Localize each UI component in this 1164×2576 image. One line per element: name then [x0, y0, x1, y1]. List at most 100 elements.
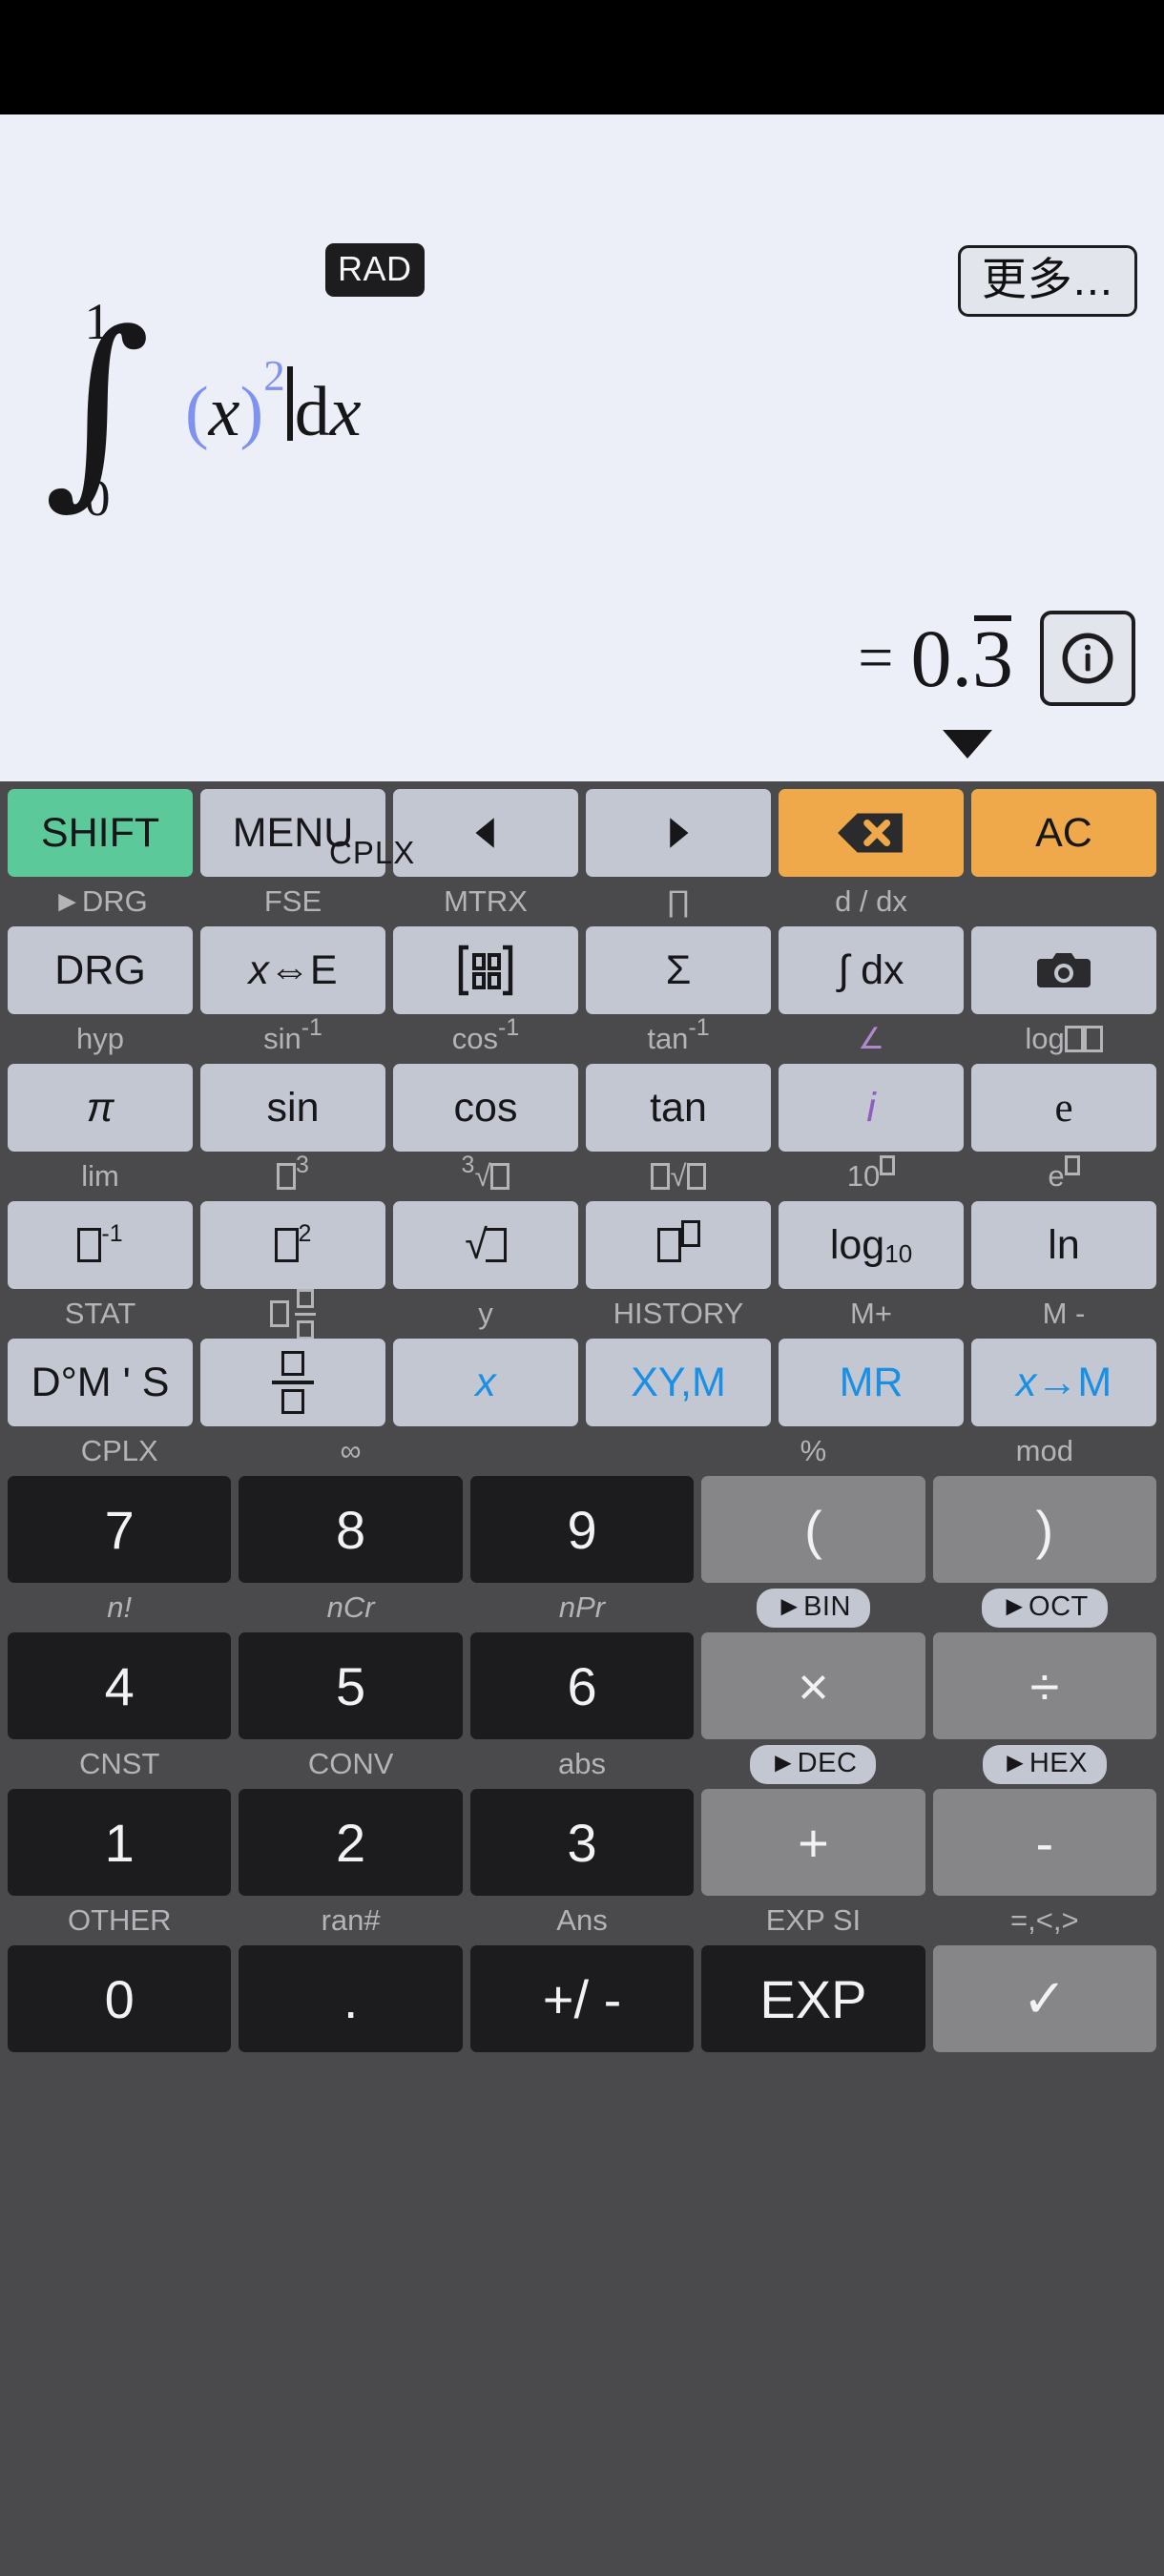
key-close-paren[interactable]: ) [932, 1476, 1157, 1583]
key-minus[interactable]: - [932, 1789, 1157, 1896]
key-log10[interactable]: log 10 [779, 1201, 964, 1289]
shift-label-mod: mod [1015, 1434, 1073, 1467]
key-power[interactable] [586, 1201, 771, 1289]
key-matrix[interactable] [393, 926, 578, 1014]
key-variable-x[interactable]: x [393, 1339, 578, 1426]
key-4[interactable]: 4 [8, 1632, 232, 1739]
expression-area[interactable]: 1 ∫ 0 (x) 2 dx [44, 296, 362, 524]
key-memory-recall[interactable]: MR [779, 1339, 964, 1426]
key-ac[interactable]: AC [971, 789, 1156, 877]
shift-label-drg: ►DRG [52, 884, 148, 918]
keypad-row-1: SHIFT MENU AC [0, 789, 1164, 877]
keypad-row-4: lim -1 3 2 3 √ √ √ 10 log 10 e ln [0, 1152, 1164, 1289]
info-button[interactable] [1040, 611, 1135, 706]
key-sigma[interactable]: Σ [586, 926, 771, 1014]
shift-label-nth-root: √ [586, 1152, 771, 1201]
calculator-display[interactable]: RAD 更多... 1 ∫ 0 (x) 2 dx = 0. 3 CPLX [0, 114, 1164, 870]
key-6[interactable]: 6 [469, 1632, 695, 1739]
key-2[interactable]: 2 [239, 1789, 463, 1896]
shift-label-ncr: nCr [326, 1590, 375, 1624]
shift-label-ddx: d / dx [835, 884, 907, 918]
keypad-row-2: ►DRG DRG FSE x ⇔E MTRX ∏ Σ d / dx ∫ dx [0, 877, 1164, 1014]
key-ln[interactable]: ln [971, 1201, 1156, 1289]
result-area[interactable]: = 0. 3 [0, 611, 1164, 706]
key-cos[interactable]: cos [393, 1064, 578, 1152]
keypad-row-3: hyp π sin -1 sin cos -1 cos tan -1 tan ∠ i … [0, 1014, 1164, 1152]
result-dropdown-icon[interactable] [943, 730, 992, 758]
key-1[interactable]: 1 [8, 1789, 232, 1896]
key-integral[interactable]: ∫ dx [779, 926, 964, 1014]
shift-label-product: ∏ [666, 884, 691, 918]
key-exp[interactable]: EXP [701, 1945, 925, 2052]
shift-label-stat: STAT [64, 1297, 136, 1330]
shift-label-comparisons: =,<,> [1010, 1903, 1079, 1937]
shift-label-mixed-fraction [200, 1288, 385, 1340]
key-7[interactable]: 7 [8, 1476, 232, 1583]
integrand-variable: x [208, 373, 240, 452]
shift-label-angle: ∠ [858, 1022, 884, 1055]
key-cursor-left[interactable] [393, 789, 578, 877]
shift-label-conv: CONV [307, 1747, 394, 1780]
shift-label-percent: % [800, 1434, 827, 1467]
key-store-to-memory[interactable]: x→M [971, 1339, 1156, 1426]
key-x-swap-e[interactable]: x ⇔E [200, 926, 385, 1014]
key-equals-enter[interactable]: ✓ [932, 1945, 1157, 2052]
numpad-row-bottom: OTHER 0 ran# . Ans +/ - EXP SI EXP =,<,>… [0, 1896, 1164, 2052]
key-square[interactable]: 2 [200, 1201, 385, 1289]
shift-label-hyp: hyp [76, 1022, 124, 1055]
key-sin[interactable]: sin [200, 1064, 385, 1152]
shift-label-cnst: CNST [79, 1747, 160, 1780]
key-cursor-right[interactable] [586, 789, 771, 877]
more-button[interactable]: 更多... [957, 245, 1137, 318]
shift-label-oct: ►OCT [933, 1583, 1156, 1632]
result-value: 0. 3 [910, 613, 1013, 704]
key-square-root[interactable]: √ [393, 1201, 578, 1289]
key-3[interactable]: 3 [469, 1789, 695, 1896]
key-xym[interactable]: XY,M [586, 1339, 771, 1426]
shift-label-hex: ►HEX [933, 1739, 1156, 1789]
shift-label-memory-plus: M+ [850, 1297, 892, 1330]
key-multiply[interactable]: × [701, 1632, 925, 1739]
key-8[interactable]: 8 [239, 1476, 463, 1583]
text-cursor [286, 366, 293, 442]
angle-mode-badge[interactable]: RAD [325, 243, 425, 297]
key-deg-min-sec[interactable]: D°M ' S [8, 1339, 193, 1426]
key-0[interactable]: 0 [8, 1945, 232, 2052]
shift-label-dec: ►DEC [701, 1739, 925, 1789]
shift-label-lim: lim [81, 1159, 119, 1193]
arrow-right-icon [670, 818, 689, 848]
shift-label-abs: abs [558, 1747, 606, 1780]
key-drg[interactable]: DRG [8, 926, 193, 1014]
shift-label-bin: ►BIN [701, 1583, 925, 1632]
cplx-indicator: CPLX [329, 835, 416, 870]
shift-label-blank-2 [470, 1426, 694, 1476]
shift-label-mtrx: MTRX [444, 884, 528, 918]
key-tan[interactable]: tan [586, 1064, 771, 1152]
info-circle-icon [1062, 633, 1113, 684]
key-open-paren[interactable]: ( [701, 1476, 925, 1583]
key-5[interactable]: 5 [239, 1632, 463, 1739]
shift-label-asin: sin -1 [263, 1013, 322, 1056]
key-9[interactable]: 9 [469, 1476, 695, 1583]
key-camera[interactable] [971, 926, 1156, 1014]
key-backspace[interactable] [779, 789, 964, 877]
integral-lower-limit: 0 [84, 469, 111, 528]
key-fraction[interactable] [200, 1339, 385, 1426]
key-plus[interactable]: + [701, 1789, 925, 1896]
shift-label-cube-root: 3 √ [393, 1152, 578, 1201]
key-decimal-point[interactable]: . [239, 1945, 463, 2052]
numpad-row-123: CNST 1 CONV 2 abs 3 ►DEC + ►HEX - [0, 1739, 1164, 1896]
key-reciprocal[interactable]: -1 [8, 1201, 193, 1289]
key-shift[interactable]: SHIFT [8, 789, 193, 877]
key-sign-toggle[interactable]: +/ - [469, 1945, 695, 2052]
result-integer-part: 0. [910, 613, 973, 704]
shift-label-y: y [478, 1297, 493, 1330]
integral-with-limits: 1 ∫ 0 [44, 296, 151, 524]
shift-label-fse: FSE [263, 884, 322, 918]
key-divide[interactable]: ÷ [932, 1632, 1157, 1739]
key-imaginary-unit[interactable]: i [779, 1064, 964, 1152]
shift-label-cplx: CPLX [80, 1434, 158, 1467]
key-pi[interactable]: π [8, 1064, 193, 1152]
calculator-app: RAD 更多... 1 ∫ 0 (x) 2 dx = 0. 3 CPLX SHI… [0, 0, 1164, 2576]
key-euler-e[interactable]: e [971, 1064, 1156, 1152]
